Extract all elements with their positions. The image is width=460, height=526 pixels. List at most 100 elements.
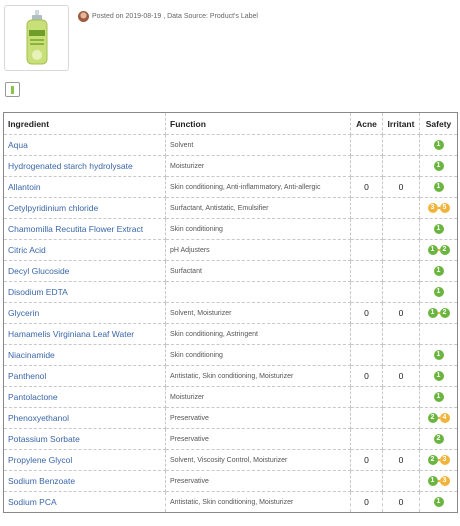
- safety-rating: 1: [433, 496, 444, 507]
- header-irritant: Irritant: [382, 112, 420, 135]
- ingredient-function: Surfactant, Antistatic, Emulsifier: [165, 197, 351, 219]
- table-row: Aqua Solvent 1: [3, 134, 458, 156]
- safety-score-badge: 1: [433, 265, 444, 276]
- ingredient-function: Preservative: [165, 428, 351, 450]
- safety-rating: 1: [433, 181, 444, 192]
- safety-cell: 1: [419, 260, 458, 282]
- ingredient-link[interactable]: Chamomilla Recutita Flower Extract: [3, 218, 166, 240]
- safety-score-badge: 1: [427, 244, 438, 255]
- table-row: Propylene Glycol Solvent, Viscosity Contr…: [3, 449, 458, 471]
- safety-cell: 1: [419, 344, 458, 366]
- ingredient-link[interactable]: Pantolactone: [3, 386, 166, 408]
- ingredient-link[interactable]: Phenoxyethanol: [3, 407, 166, 429]
- table-row: Chamomilla Recutita Flower Extract Skin c…: [3, 218, 458, 240]
- acne-score: [350, 428, 383, 450]
- table-row: Potassium Sorbate Preservative 2: [3, 428, 458, 450]
- table-row: Pantolactone Moisturizer 1: [3, 386, 458, 408]
- table-row: Sodium Benzoate Preservative 1 3: [3, 470, 458, 492]
- safety-cell: 1: [419, 386, 458, 408]
- table-row: Cetylpyridinium chloride Surfactant, Anti…: [3, 197, 458, 219]
- safety-score-badge: 1: [427, 307, 438, 318]
- safety-cell: [419, 323, 458, 345]
- safety-score-badge: 1: [433, 223, 444, 234]
- ingredient-link[interactable]: Citric Acid: [3, 239, 166, 261]
- ingredient-link[interactable]: Hydrogenated starch hydrolysate: [3, 155, 166, 177]
- acne-score: [350, 323, 383, 345]
- ingredient-link[interactable]: Glycerin: [3, 302, 166, 324]
- ingredient-function: Solvent, Viscosity Control, Moisturizer: [165, 449, 351, 471]
- ingredient-link[interactable]: Propylene Glycol: [3, 449, 166, 471]
- safety-score-badge: 2: [439, 307, 450, 318]
- safety-cell: 23: [419, 449, 458, 471]
- safety-cell: 13: [419, 470, 458, 492]
- header-ingredient: Ingredient: [3, 112, 166, 135]
- ingredient-function: Preservative: [165, 407, 351, 429]
- toggle-icon: [11, 86, 14, 94]
- safety-rating: 23: [427, 454, 450, 465]
- safety-rating: 1: [433, 391, 444, 402]
- table-row: Citric Acid pH Adjusters 1 2: [3, 239, 458, 261]
- ingredient-link[interactable]: Decyl Glucoside: [3, 260, 166, 282]
- ingredient-link[interactable]: Potassium Sorbate: [3, 428, 166, 450]
- ingredient-function: Moisturizer: [165, 386, 351, 408]
- safety-score-badge: 4: [439, 412, 450, 423]
- acne-score: 0: [350, 491, 383, 513]
- ingredient-link[interactable]: Disodium EDTA: [3, 281, 166, 303]
- acne-score: [350, 134, 383, 156]
- ingredient-link[interactable]: Panthenol: [3, 365, 166, 387]
- toggle-button[interactable]: [5, 82, 20, 97]
- product-thumbnail[interactable]: [4, 5, 69, 71]
- table-row: Glycerin Solvent, Moisturizer 0 0 1 2: [3, 302, 458, 324]
- acne-score: [350, 386, 383, 408]
- ingredient-link[interactable]: Sodium PCA: [3, 491, 166, 513]
- safety-score-badge: 2: [433, 433, 444, 444]
- ingredient-link[interactable]: Cetylpyridinium chloride: [3, 197, 166, 219]
- safety-cell: 1: [419, 176, 458, 198]
- ingredient-function: Skin conditioning, Anti-inflammatory, An…: [165, 176, 351, 198]
- safety-cell: 12: [419, 239, 458, 261]
- header-safety: Safety: [419, 112, 458, 135]
- irritant-score: [382, 386, 420, 408]
- safety-rating: 1: [433, 160, 444, 171]
- safety-cell: 1: [419, 491, 458, 513]
- safety-score-badge: 1: [433, 286, 444, 297]
- table-row: Panthenol Antistatic, Skin conditioning, …: [3, 365, 458, 387]
- acne-score: [350, 470, 383, 492]
- ingredient-link[interactable]: Allantoin: [3, 176, 166, 198]
- safety-rating: 1: [433, 286, 444, 297]
- posted-on-text: Posted on 2019-08-19 , Data Source: Prod…: [92, 13, 258, 20]
- ingredient-link[interactable]: Hamamelis Virginiana Leaf Water: [3, 323, 166, 345]
- safety-score-badge: 1: [433, 496, 444, 507]
- safety-cell: 24: [419, 407, 458, 429]
- acne-score: [350, 155, 383, 177]
- ingredient-link[interactable]: Aqua: [3, 134, 166, 156]
- ingredient-function: Antistatic, Skin conditioning, Moisturiz…: [165, 365, 351, 387]
- safety-rating: 24: [427, 412, 450, 423]
- irritant-score: [382, 323, 420, 345]
- irritant-score: [382, 260, 420, 282]
- irritant-score: 0: [382, 176, 420, 198]
- ingredient-link[interactable]: Niacinamide: [3, 344, 166, 366]
- acne-score: [350, 281, 383, 303]
- safety-rating: 1: [433, 265, 444, 276]
- safety-cell: 1: [419, 281, 458, 303]
- acne-score: 0: [350, 365, 383, 387]
- acne-score: 0: [350, 176, 383, 198]
- acne-score: [350, 344, 383, 366]
- table-row: Phenoxyethanol Preservative 2 4: [3, 407, 458, 429]
- safety-cell: 2: [419, 428, 458, 450]
- safety-score-badge: 1: [433, 160, 444, 171]
- ingredient-function: Preservative: [165, 470, 351, 492]
- safety-score-badge: 1: [433, 181, 444, 192]
- safety-score-badge: 3: [439, 454, 450, 465]
- safety-cell: 1: [419, 155, 458, 177]
- safety-score-badge: 1: [433, 139, 444, 150]
- safety-score-badge: 1: [427, 475, 438, 486]
- acne-score: 0: [350, 302, 383, 324]
- safety-rating: 1: [433, 349, 444, 360]
- irritant-score: [382, 470, 420, 492]
- user-avatar: [78, 11, 89, 22]
- irritant-score: [382, 197, 420, 219]
- ingredient-link[interactable]: Sodium Benzoate: [3, 470, 166, 492]
- table-row: Hamamelis Virginiana Leaf Water Skin cond…: [3, 323, 458, 345]
